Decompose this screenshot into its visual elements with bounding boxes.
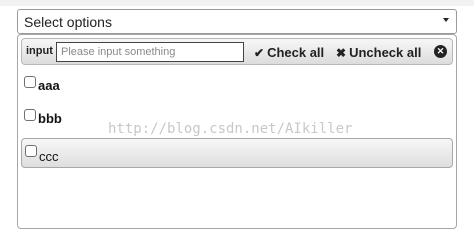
dropdown-menu: input ✔ Check all ✖ Uncheck all ✕ aaa bb… [17,34,457,229]
option-checkbox[interactable] [24,76,36,88]
filter-input[interactable] [56,42,244,62]
multiselect-widget: Select options input ✔ Check all ✖ Unche… [0,0,474,245]
option-checkbox[interactable] [25,145,37,157]
uncheck-all-button[interactable]: ✖ Uncheck all [336,44,421,61]
select-options-button[interactable]: Select options [17,9,457,34]
option-item-hovered[interactable]: ccc [21,138,453,168]
option-item[interactable]: bbb [21,105,453,135]
option-item[interactable]: aaa [21,72,453,102]
cross-icon: ✖ [336,45,347,60]
check-all-label: Check all [267,45,325,60]
option-label: aaa [38,78,60,93]
option-label: ccc [39,149,59,164]
check-all-button[interactable]: ✔ Check all [254,44,324,61]
caret-down-icon [443,18,449,22]
option-label: bbb [38,111,62,126]
select-label: Select options [24,14,112,30]
check-icon: ✔ [254,45,265,60]
page-top-strip [0,0,474,6]
option-checkbox[interactable] [24,109,36,121]
uncheck-all-label: Uncheck all [349,45,422,60]
close-icon[interactable]: ✕ [434,45,447,58]
filter-label: input [26,45,53,57]
dropdown-header: input ✔ Check all ✖ Uncheck all ✕ [21,38,453,65]
